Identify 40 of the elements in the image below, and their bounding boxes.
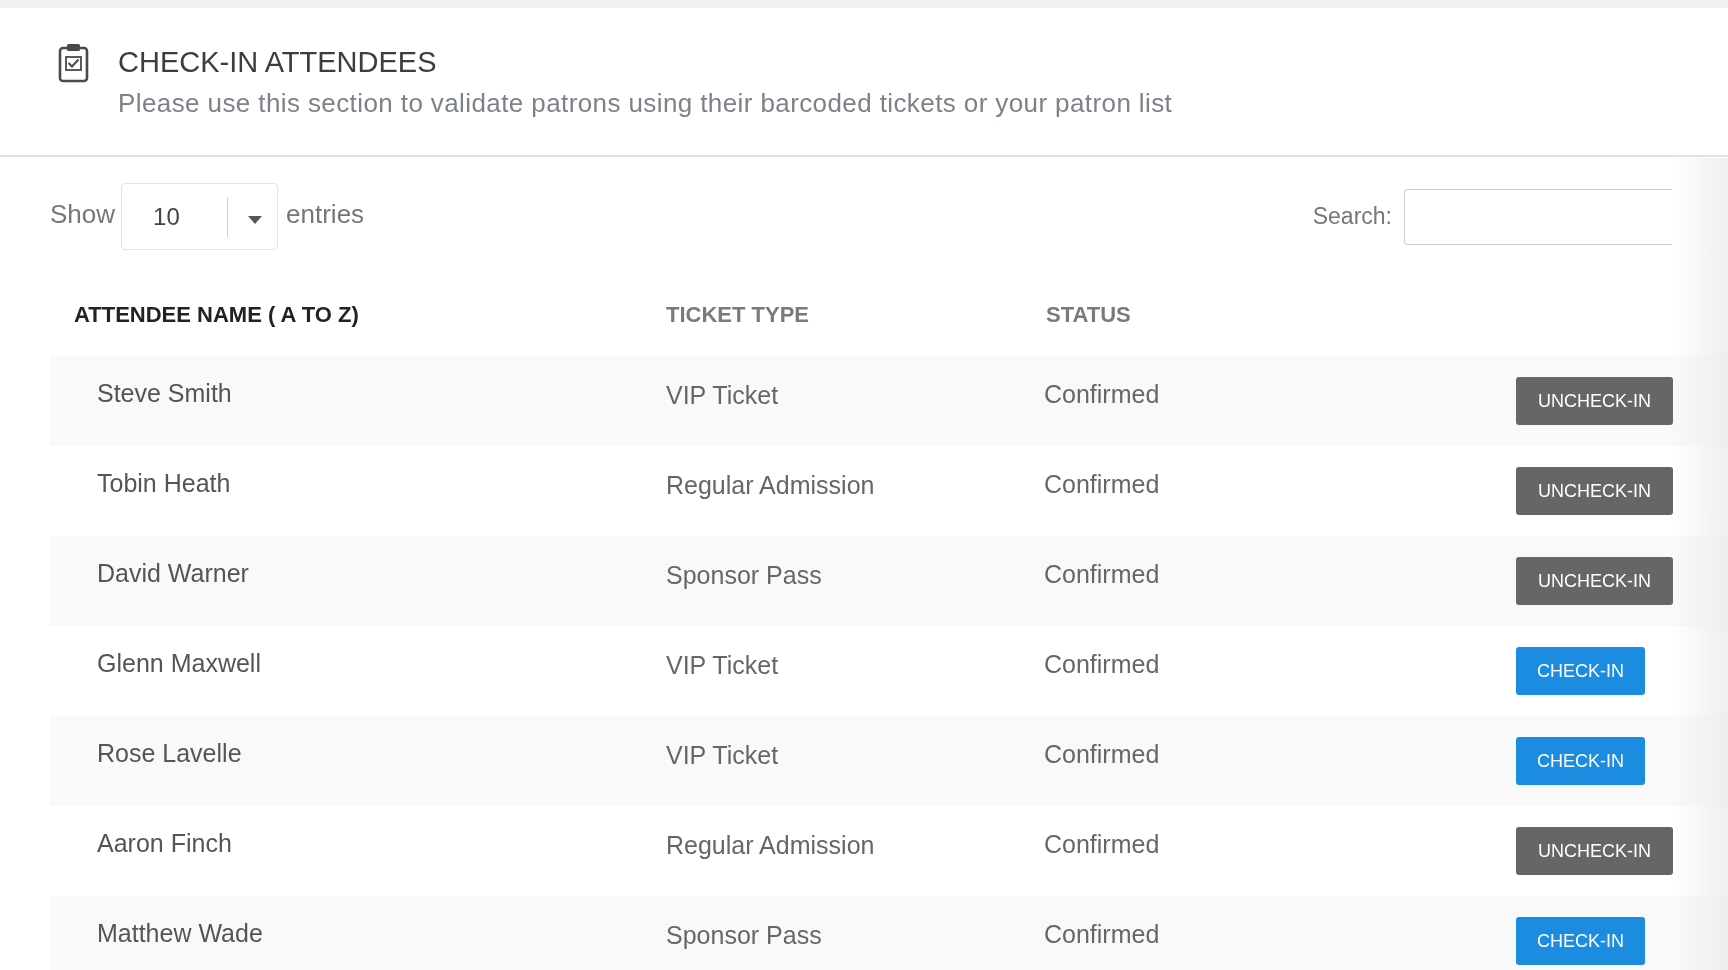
page-subtitle: Please use this section to validate patrons using their barcoded tickets or your patron list [118, 88, 1173, 118]
uncheck-in-button[interactable]: UNCHECK-IN [1516, 467, 1673, 515]
ticket-type: Regular Admission [666, 471, 875, 499]
attendee-status: Confirmed [1044, 740, 1160, 768]
column-header[interactable]: STATUS [1046, 302, 1131, 327]
show-label: Show [50, 198, 116, 231]
attendee-status: Confirmed [1044, 920, 1160, 948]
attendee-status: Confirmed [1044, 830, 1160, 858]
check-in-button[interactable]: CHECK-IN [1516, 737, 1645, 785]
entries-label: entries [286, 198, 365, 231]
ticket-type: VIP Ticket [666, 381, 779, 409]
uncheck-in-button[interactable]: UNCHECK-IN [1516, 377, 1673, 425]
attendee-name: Tobin Heath [97, 469, 231, 497]
uncheck-in-button[interactable]: UNCHECK-IN [1516, 827, 1673, 875]
ticket-type: VIP Ticket [666, 741, 779, 769]
attendee-name: Aaron Finch [97, 829, 232, 857]
attendee-status: Confirmed [1044, 470, 1160, 498]
ticket-type: Sponsor Pass [666, 921, 822, 949]
check-in-button[interactable]: CHECK-IN [1516, 647, 1645, 695]
attendee-status: Confirmed [1044, 560, 1160, 588]
check-in-button[interactable]: CHECK-IN [1516, 917, 1645, 965]
ticket-type: VIP Ticket [666, 651, 779, 679]
attendee-name: Rose Lavelle [97, 739, 242, 767]
clipboard-check-icon [58, 42, 89, 83]
page-size-select[interactable]: 10 [121, 183, 279, 250]
attendee-status: Confirmed [1044, 380, 1160, 408]
caret-icon [248, 215, 263, 224]
attendee-name: David Warner [97, 559, 249, 587]
column-header[interactable]: TICKET TYPE [666, 302, 809, 327]
attendee-name: Glenn Maxwell [97, 649, 261, 677]
column-header[interactable]: ATTENDEE NAME ( A TO Z) [74, 302, 359, 327]
page-title: CHECK-IN ATTENDEES [118, 45, 438, 80]
attendee-name: Matthew Wade [97, 919, 263, 947]
ticket-type: Regular Admission [666, 831, 875, 859]
attendee-status: Confirmed [1044, 650, 1160, 678]
search-field[interactable] [1404, 188, 1672, 245]
search-label: Search: [1312, 202, 1392, 232]
uncheck-in-button[interactable]: UNCHECK-IN [1516, 557, 1673, 605]
ticket-type: Sponsor Pass [666, 561, 822, 589]
attendee-name: Steve Smith [97, 379, 232, 407]
